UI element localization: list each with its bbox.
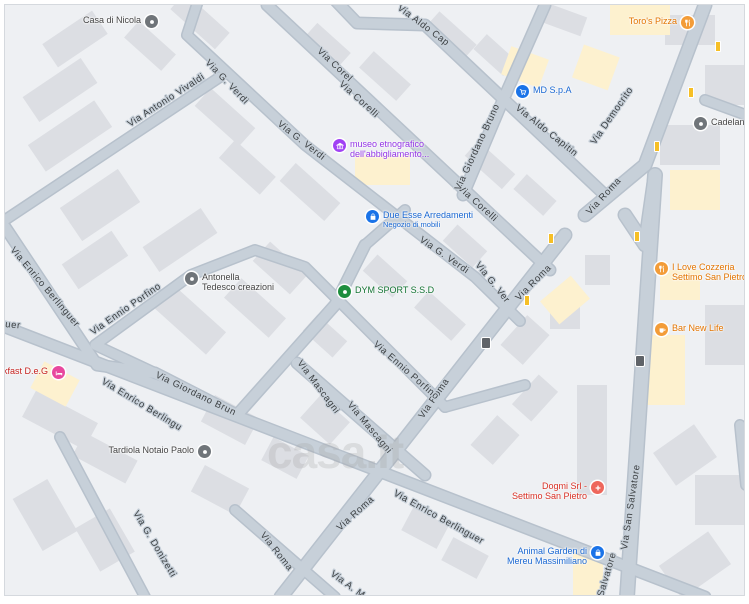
street-label: uer (5, 319, 21, 331)
poi-label: Bar New Life (672, 323, 724, 333)
traffic-light-icon (634, 231, 640, 242)
poi-tardiola[interactable]: Tardiola Notaio Paolo (108, 445, 211, 458)
bus-stop-icon[interactable] (635, 355, 645, 367)
traffic-light-icon (654, 141, 660, 152)
poi-label-line1: Dogmi Srl - (541, 481, 587, 491)
traffic-light-icon (688, 87, 694, 98)
bus-stop-icon[interactable] (481, 337, 491, 349)
poi-label: Dogmi Srl - Settimo San Pietro (512, 481, 587, 501)
poi-label-line1: museo etnografico (350, 139, 425, 149)
street-label: Via G. Verdi (275, 119, 327, 163)
poi-dogmi[interactable]: Dogmi Srl - Settimo San Pietro (512, 481, 604, 501)
poi-toros-pizza[interactable]: Toro's Pizza (629, 16, 694, 29)
poi-label-line1: Due Esse Arredamenti (383, 210, 474, 220)
pin-icon (198, 445, 211, 458)
poi-label: I Love Cozzeria Settimo San Pietro (672, 262, 745, 282)
poi-label: Due Esse Arredamenti Negozio di mobili (383, 210, 473, 230)
poi-label-line2: Settimo San Pietro (511, 491, 587, 501)
poi-label-line1: I Love Cozzeria (672, 262, 735, 272)
hotel-icon (52, 366, 65, 379)
street-label: Via Democrito (588, 85, 635, 147)
fork-knife-icon (681, 16, 694, 29)
poi-label: Cadelanu (711, 117, 745, 127)
street-label: Via Enrico Berlinguer (8, 245, 82, 330)
poi-label-line1: Antonella (202, 272, 240, 282)
poi-label: Casa di Nicola (82, 15, 141, 25)
poi-label: DYM SPORT S.S.D (355, 285, 435, 295)
poi-md-spa[interactable]: MD S.p.A (516, 85, 572, 98)
poi-label-line2: Settimo San Pietro (672, 272, 745, 282)
shopping-bag-icon (591, 546, 604, 559)
poi-label: MD S.p.A (533, 85, 572, 95)
poi-label: eakfast D.e.G (5, 366, 48, 376)
poi-cadelanu[interactable]: Cadelanu (694, 117, 745, 130)
museum-icon (333, 139, 346, 152)
poi-label-line1: Animal Garden di (517, 546, 587, 556)
poi-label-line2: Mereu Massimiliano (506, 556, 587, 566)
cart-icon (516, 85, 529, 98)
poi-animal-garden[interactable]: Animal Garden di Mereu Massimiliano (507, 546, 604, 566)
street-label: Via G. Donizetti (130, 509, 178, 580)
poi-label: Tardiola Notaio Paolo (108, 445, 194, 455)
traffic-light-icon (715, 41, 721, 52)
poi-bar-new-life[interactable]: Bar New Life (655, 323, 724, 336)
pin-icon (694, 117, 707, 130)
cup-icon (655, 323, 668, 336)
poi-museo[interactable]: museo etnografico dell'abbigliamento... (333, 139, 429, 159)
traffic-light-icon (548, 233, 554, 244)
pin-icon (145, 15, 158, 28)
poi-breakfast[interactable]: eakfast D.e.G (5, 366, 65, 379)
poi-dym-sport[interactable]: DYM SPORT S.S.D (338, 285, 434, 298)
poi-due-esse[interactable]: Due Esse Arredamenti Negozio di mobili (366, 210, 473, 230)
traffic-light-icon (524, 295, 530, 306)
poi-casa-di-nicola[interactable]: Casa di Nicola (83, 15, 158, 28)
poi-i-love-cozzeria[interactable]: I Love Cozzeria Settimo San Pietro (655, 262, 745, 282)
poi-label: Animal Garden di Mereu Massimiliano (507, 546, 587, 566)
pin-icon (185, 272, 198, 285)
shopping-bag-icon (366, 210, 379, 223)
poi-label-line2: Negozio di mobili (383, 220, 441, 229)
medical-cross-icon (591, 481, 604, 494)
map-canvas[interactable]: Via Corelli Via Corelli Via Corelli Via … (4, 4, 745, 596)
street-label: Via Ennio Porfino (371, 339, 441, 402)
fork-knife-icon (655, 262, 668, 275)
poi-label-line2: Tedesco creazioni (202, 282, 275, 292)
watermark-logo: casa.it (267, 426, 404, 478)
poi-label: Toro's Pizza (628, 16, 677, 26)
pin-icon (338, 285, 351, 298)
poi-label: Antonella Tedesco creazioni (202, 272, 274, 292)
poi-label: museo etnografico dell'abbigliamento... (350, 139, 429, 159)
poi-label-line2: dell'abbigliamento... (350, 149, 430, 159)
map-base-layer: Via Corelli Via Corelli Via Corelli Via … (5, 5, 744, 595)
poi-antonella[interactable]: Antonella Tedesco creazioni (185, 272, 274, 292)
